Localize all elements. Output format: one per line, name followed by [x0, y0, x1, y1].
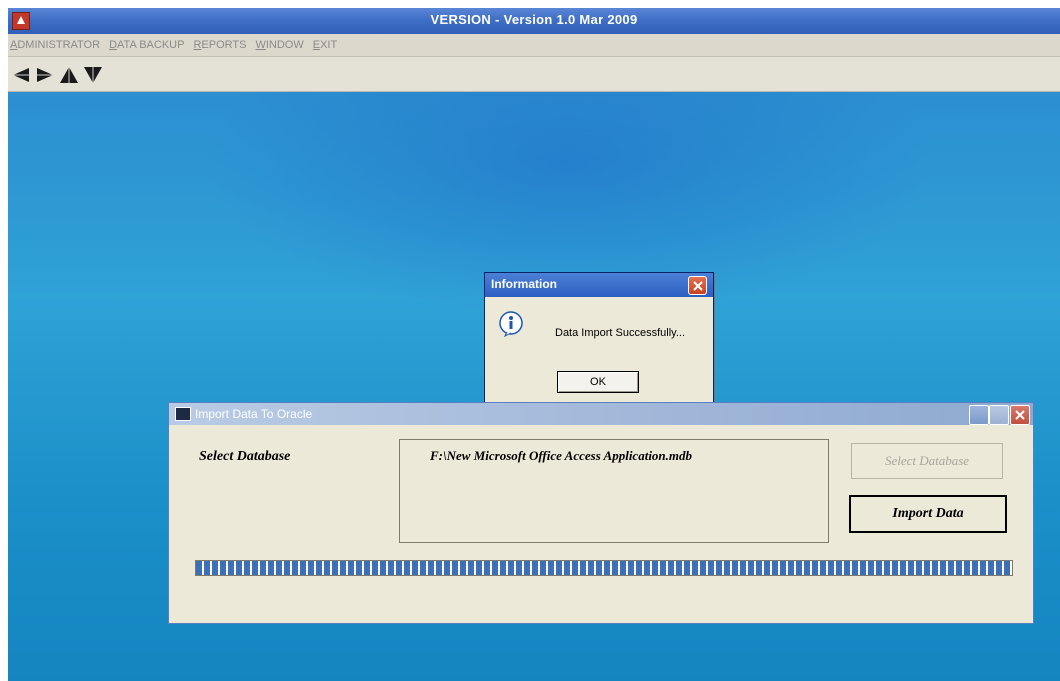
menu-administrator[interactable]: ADMINISTRATOR	[10, 39, 100, 51]
close-icon	[1015, 410, 1025, 420]
ok-button[interactable]: OK	[557, 371, 639, 393]
previous-record-icon[interactable]	[34, 65, 56, 85]
import-progress-bar	[195, 560, 1013, 576]
menu-bar: ADMINISTRATOR DATA BACKUP REPORTS WINDOW…	[8, 34, 1060, 57]
menu-reports[interactable]: REPORTS	[193, 39, 246, 51]
database-path-box: F:\New Microsoft Office Access Applicati…	[399, 439, 829, 543]
dialog-title-bar: Information	[485, 273, 713, 297]
import-window-title-bar: Import Data To Oracle	[169, 403, 1033, 425]
information-dialog: Information Data Import Successfully... …	[484, 272, 714, 414]
toolbar	[8, 57, 1060, 92]
menu-window[interactable]: WINDOW	[255, 39, 303, 51]
close-icon	[692, 280, 703, 291]
dialog-title: Information	[491, 277, 557, 291]
import-data-window: Import Data To Oracle Select Database F:…	[168, 402, 1034, 624]
dialog-close-button[interactable]	[688, 276, 707, 295]
first-record-icon[interactable]	[10, 65, 32, 85]
progress-fill	[196, 561, 1012, 575]
menu-data-backup[interactable]: DATA BACKUP	[109, 39, 184, 51]
select-database-label: Select Database	[199, 449, 291, 464]
info-icon	[499, 311, 523, 337]
window-icon	[175, 407, 191, 421]
app-title-bar: VERSION - Version 1.0 Mar 2009	[8, 8, 1060, 34]
app-window: VERSION - Version 1.0 Mar 2009 ADMINISTR…	[8, 8, 1060, 681]
menu-exit[interactable]: EXIT	[313, 39, 337, 51]
app-title: VERSION - Version 1.0 Mar 2009	[430, 12, 638, 27]
select-database-button[interactable]: Select Database	[851, 443, 1003, 479]
next-record-icon[interactable]	[58, 65, 80, 85]
minimize-button[interactable]	[969, 405, 989, 425]
window-close-button[interactable]	[1010, 405, 1030, 425]
dialog-message: Data Import Successfully...	[555, 327, 686, 339]
database-path: F:\New Microsoft Office Access Applicati…	[430, 448, 693, 463]
maximize-button[interactable]	[989, 405, 1009, 425]
import-data-button[interactable]: Import Data	[849, 495, 1007, 533]
import-window-title: Import Data To Oracle	[195, 407, 313, 421]
last-record-icon[interactable]	[82, 65, 104, 85]
